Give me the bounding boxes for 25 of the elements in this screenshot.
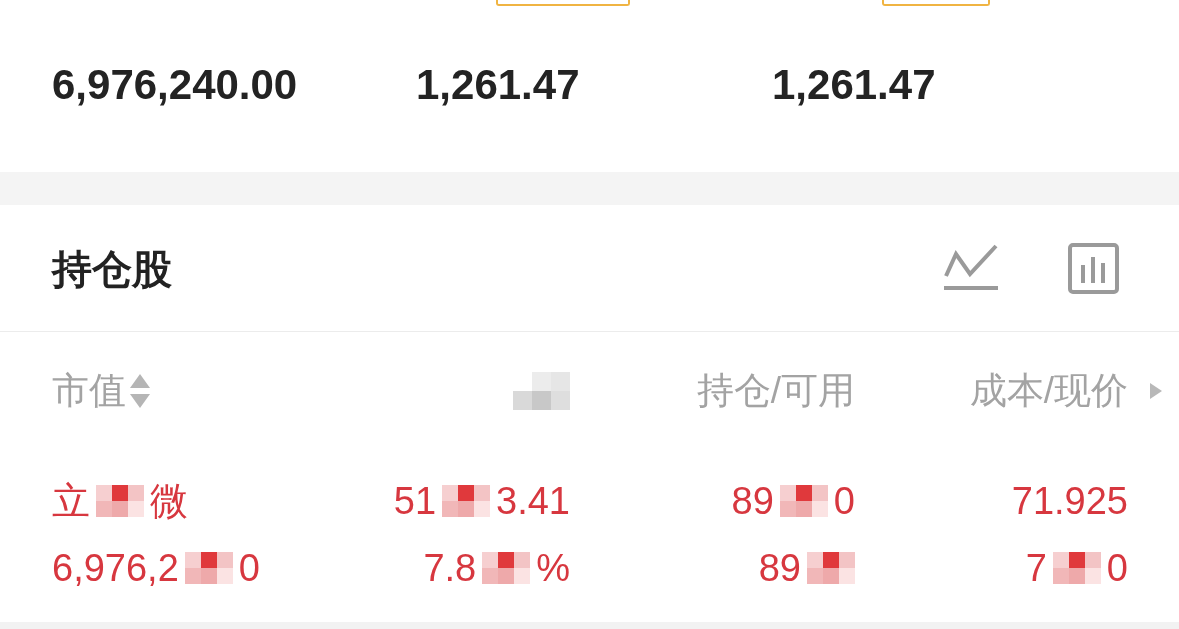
summary-value: 1,261.47 (772, 60, 936, 110)
summary-value: 1,261.47 (416, 60, 580, 110)
stock-name: 微 (150, 478, 188, 523)
position-qty: 89 (731, 478, 774, 523)
market-value: 6,976,2 (52, 545, 179, 590)
summary-value: 6,976,240.00 (52, 60, 298, 110)
sort-icon[interactable] (130, 374, 150, 408)
current-price: 0 (1106, 545, 1128, 590)
profit-rate: % (536, 545, 570, 590)
cost-price: 71.925 (1011, 478, 1128, 523)
profit-amount: 3.41 (496, 478, 570, 523)
available-qty: 89 (758, 545, 801, 590)
market-value: 0 (238, 545, 260, 590)
section-title: 持仓股 (52, 245, 172, 293)
line-chart-icon[interactable] (944, 244, 998, 292)
column-header: 市值 (52, 369, 126, 413)
bar-chart-icon[interactable] (1068, 242, 1119, 294)
profit-rate: 7.8 (423, 545, 477, 590)
column-header: 持仓/可用 (696, 369, 855, 413)
current-price: 7 (1025, 545, 1047, 590)
stock-name: 立 (52, 478, 90, 523)
column-header: 成本/现价 (969, 369, 1128, 413)
position-qty: 0 (833, 478, 855, 523)
caret-right-icon[interactable] (1150, 383, 1162, 399)
profit-amount: 51 (393, 478, 437, 523)
